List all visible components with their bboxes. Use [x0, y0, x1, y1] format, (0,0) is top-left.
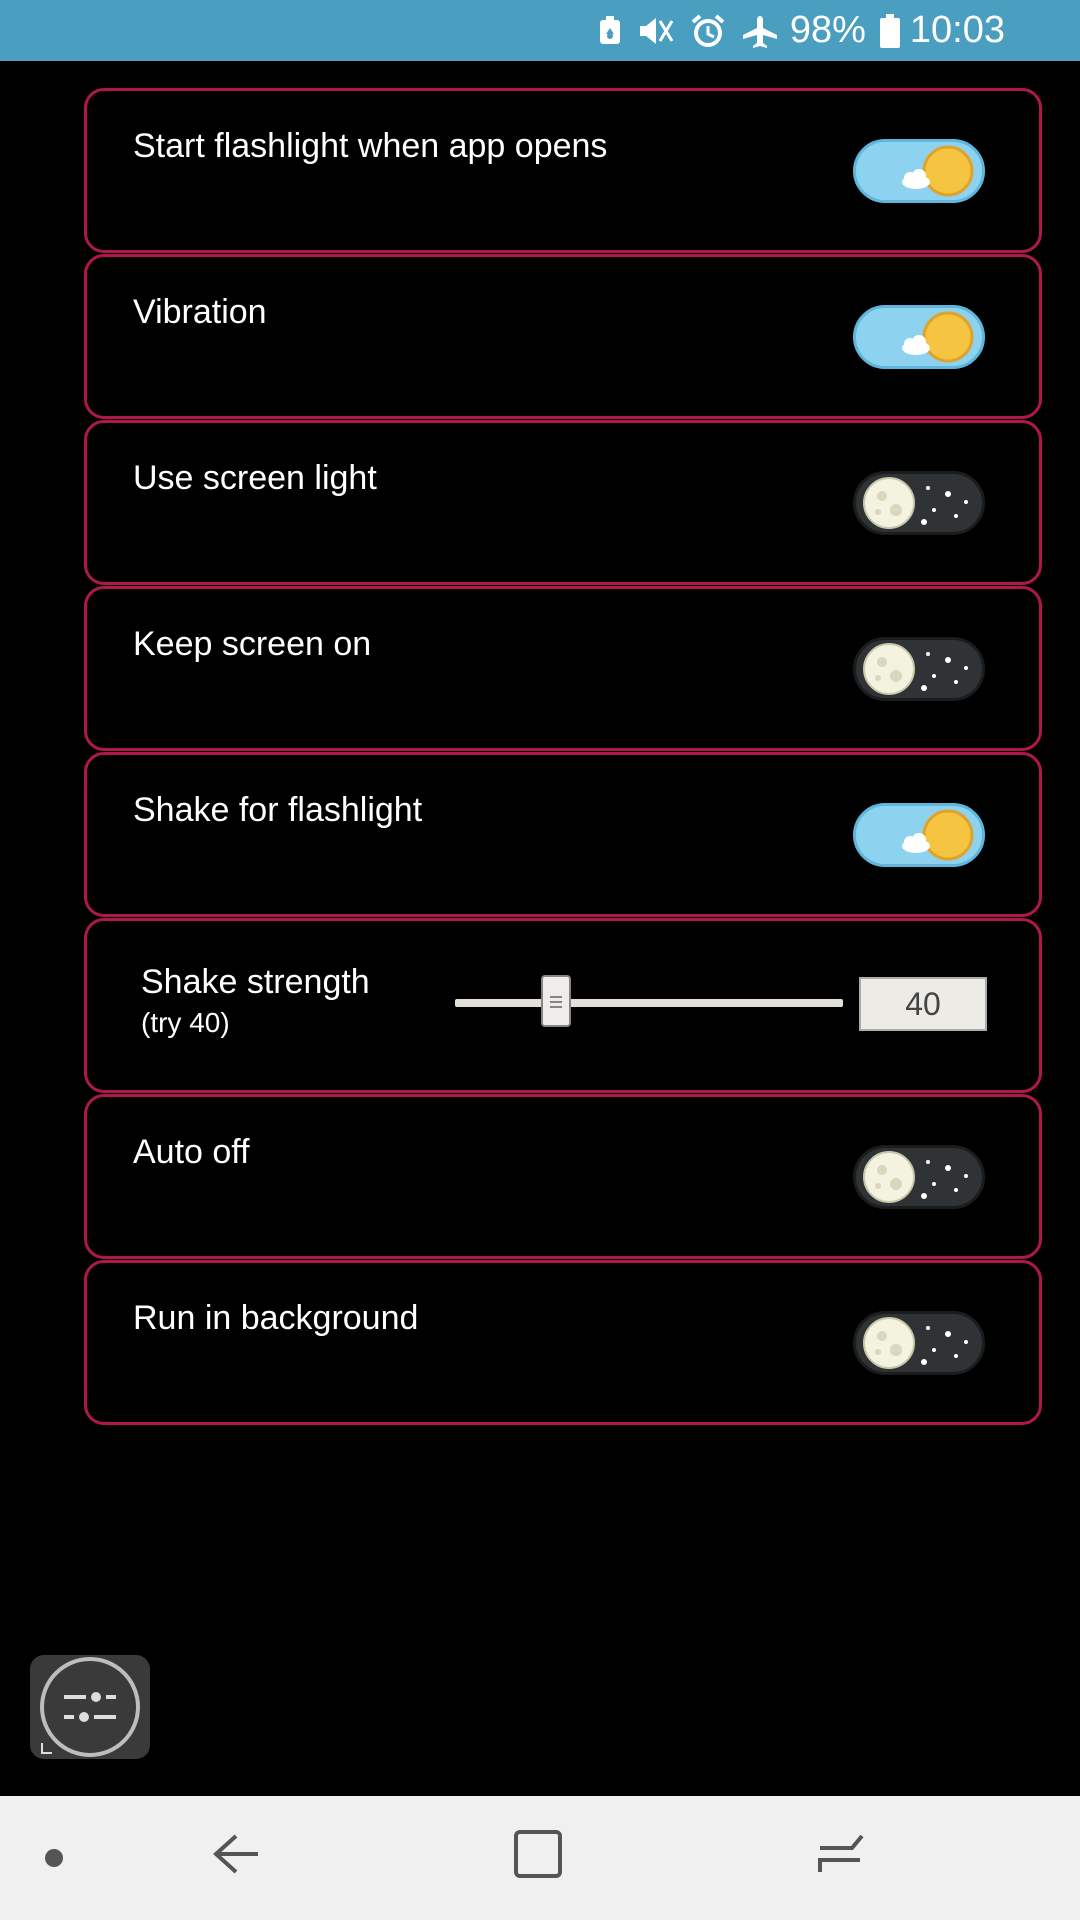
back-icon — [213, 1834, 258, 1874]
setting-row-shake-strength: Shake strength (try 40) 40 — [84, 918, 1042, 1093]
dot-icon — [45, 1849, 63, 1867]
vibrate-off-icon — [636, 16, 676, 46]
status-bar: 98% 10:03 — [0, 0, 1080, 61]
setting-row-shake-for-flashlight: Shake for flashlight — [84, 752, 1042, 917]
alarm-icon — [690, 13, 726, 48]
use-screen-light-toggle[interactable] — [853, 471, 985, 535]
equalizer-icon — [40, 1657, 140, 1757]
run-in-background-toggle[interactable] — [853, 1311, 985, 1375]
auto-off-toggle[interactable] — [853, 1145, 985, 1209]
battery-icon — [879, 13, 900, 48]
home-icon — [514, 1830, 562, 1878]
battery-percent: 98% — [789, 9, 866, 51]
setting-row-keep-screen-on: Keep screen on — [84, 586, 1042, 751]
recents-icon — [818, 1834, 864, 1872]
settings-list: Start flashlight when app opens Vibratio… — [0, 61, 1080, 1796]
battery-saver-icon — [598, 15, 622, 46]
shake-strength-value-input[interactable]: 40 — [859, 977, 987, 1031]
clock: 10:03 — [909, 9, 1005, 51]
setting-label: Vibration — [133, 293, 267, 331]
setting-label: Shake for flashlight — [133, 791, 423, 829]
equalizer-button[interactable] — [30, 1655, 150, 1759]
back-button[interactable] — [208, 1826, 264, 1887]
vibration-toggle[interactable] — [853, 305, 985, 369]
shake-strength-label: Shake strength — [141, 963, 370, 1001]
navigation-bar — [0, 1796, 1080, 1920]
setting-label: Use screen light — [133, 459, 377, 497]
shake-strength-slider-track[interactable] — [455, 999, 843, 1007]
recents-button[interactable] — [812, 1826, 868, 1887]
start-flashlight-toggle[interactable] — [853, 139, 985, 203]
setting-label: Start flashlight when app opens — [133, 127, 608, 165]
dot-button[interactable] — [44, 1848, 64, 1873]
home-button[interactable] — [510, 1826, 566, 1887]
airplane-mode-icon — [740, 14, 780, 48]
setting-label: Keep screen on — [133, 625, 372, 663]
setting-row-start-flashlight: Start flashlight when app opens — [84, 88, 1042, 253]
keep-screen-on-toggle[interactable] — [853, 637, 985, 701]
setting-row-vibration: Vibration — [84, 254, 1042, 419]
setting-row-auto-off: Auto off — [84, 1094, 1042, 1259]
shake-strength-hint: (try 40) — [141, 1007, 230, 1038]
shake-for-flashlight-toggle[interactable] — [853, 803, 985, 867]
setting-label: Auto off — [133, 1133, 250, 1171]
setting-row-run-in-background: Run in background — [84, 1260, 1042, 1425]
setting-label: Run in background — [133, 1299, 419, 1337]
shake-strength-slider-thumb[interactable] — [541, 975, 572, 1027]
setting-row-use-screen-light: Use screen light — [84, 420, 1042, 585]
